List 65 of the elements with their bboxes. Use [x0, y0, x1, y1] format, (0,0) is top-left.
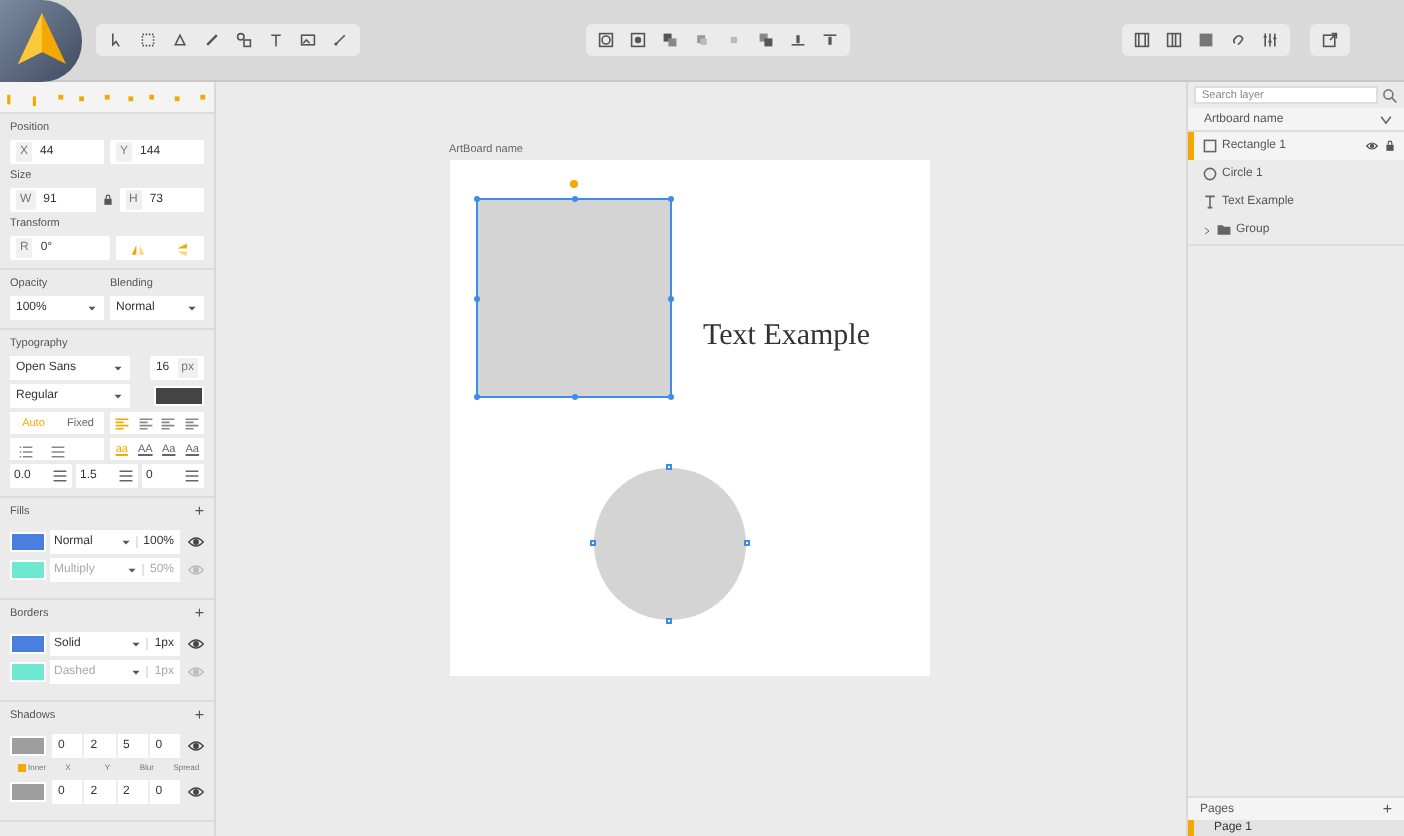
sliders-icon — [1262, 32, 1278, 48]
color-swatch[interactable] — [10, 736, 46, 756]
caret-icon — [186, 302, 198, 314]
color-swatch[interactable] — [154, 386, 204, 406]
eye-icon[interactable] — [1366, 140, 1378, 152]
clip-icon — [630, 32, 646, 48]
add-button[interactable]: + — [194, 504, 204, 520]
list-numbered-icon — [18, 444, 34, 460]
color-swatch[interactable] — [10, 634, 46, 654]
add-page-button[interactable]: + — [1382, 801, 1392, 817]
flip-horizontal-icon — [130, 242, 146, 258]
flip-vertical-icon — [174, 242, 190, 258]
caret-icon — [112, 390, 124, 402]
export-icon — [1322, 32, 1338, 48]
align-top-icon — [822, 32, 838, 48]
color-swatch[interactable] — [10, 532, 46, 552]
grid-icon — [1198, 32, 1214, 48]
forward-icon — [694, 32, 710, 48]
pencil-icon — [204, 32, 220, 48]
shapes-icon — [236, 32, 252, 48]
search-icon — [1382, 87, 1398, 103]
text-align-icon — [184, 415, 201, 431]
text-align-icon — [160, 415, 177, 431]
link-icon — [1230, 32, 1246, 48]
lock-icon[interactable] — [1384, 140, 1396, 152]
caret-icon — [86, 302, 98, 314]
caret-icon — [119, 536, 132, 548]
folder-icon — [1216, 222, 1232, 238]
caret-icon — [130, 638, 143, 650]
eye-icon[interactable] — [188, 738, 204, 754]
text-icon — [1202, 194, 1218, 210]
chevron-icon — [1378, 111, 1394, 127]
align-bottom-icon — [790, 32, 806, 48]
marquee-icon — [140, 32, 156, 48]
bring-front-icon — [662, 32, 678, 48]
circle-icon — [1202, 166, 1218, 182]
square-icon — [1202, 138, 1218, 154]
color-swatch[interactable] — [10, 560, 46, 580]
eye-icon[interactable] — [188, 784, 204, 800]
layout-columns-icon — [1134, 32, 1150, 48]
caret-icon — [125, 564, 138, 576]
mask-icon — [598, 32, 614, 48]
image-icon — [300, 32, 316, 48]
lock-icon[interactable] — [101, 194, 113, 206]
eye-icon[interactable] — [188, 636, 204, 652]
text-align-button[interactable] — [110, 412, 134, 434]
caret-icon — [130, 666, 143, 678]
canvas-text: Text Example — [703, 320, 871, 354]
caret-icon — [112, 362, 124, 374]
backward-icon — [726, 32, 742, 48]
text-tool-icon — [268, 32, 284, 48]
text-align-icon — [137, 415, 154, 431]
eye-icon[interactable] — [188, 534, 204, 550]
text-align-icon — [113, 415, 130, 431]
color-swatch[interactable] — [10, 662, 46, 682]
list-bulleted-icon — [50, 444, 66, 460]
pen-icon — [172, 32, 188, 48]
layout-rows-icon — [1166, 32, 1182, 48]
add-button[interactable]: + — [194, 606, 204, 622]
add-button[interactable]: + — [194, 708, 204, 724]
checkbox[interactable] — [18, 763, 26, 771]
color-swatch[interactable] — [10, 782, 46, 802]
send-back-icon — [758, 32, 774, 48]
brush-icon — [332, 32, 348, 48]
rotation-handle[interactable] — [569, 180, 577, 188]
